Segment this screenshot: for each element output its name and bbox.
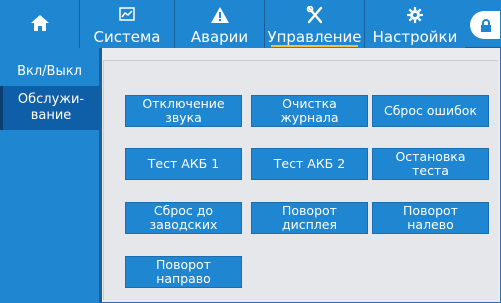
sidebar-item-onoff[interactable]: Вкл/Выкл [0,62,99,86]
lock-button[interactable] [468,9,500,41]
maintenance-panel: Отключение звука Очистка журнала Сброс о… [103,60,498,300]
sidebar: Вкл/Выкл Обслужи- вание [0,48,102,303]
tab-label: Управление [267,28,362,46]
home-button[interactable] [0,0,80,48]
tab-alarms[interactable]: Аварии [175,0,265,48]
tools-icon [306,6,322,24]
sidebar-item-label: Обслужи- вание [17,92,85,123]
reset-errors-button[interactable]: Сброс ошибок [372,95,489,127]
sidebar-item-maintenance[interactable]: Обслужи- вание [0,86,99,130]
lock-icon [481,19,491,32]
rotate-right-button[interactable]: Поворот направо [125,256,242,288]
rotate-display-button[interactable]: Поворот дисплея [251,202,368,234]
factory-reset-button[interactable]: Сброс до заводских [125,202,242,234]
active-tab-indicator [271,45,358,47]
chart-icon [119,7,135,21]
tab-settings[interactable]: Настройки [365,0,465,48]
battery-test-1-button[interactable]: Тест АКБ 1 [125,148,242,180]
tab-system[interactable]: Система [80,0,175,48]
rotate-left-button[interactable]: Поворот налево [372,202,489,234]
tab-label: Аварии [190,28,249,46]
gear-icon [407,7,423,23]
tab-label: Настройки [372,28,458,46]
tab-control[interactable]: Управление [265,0,365,48]
stop-test-button[interactable]: Остановка теста [372,148,489,180]
clear-log-button[interactable]: Очистка журнала [251,95,368,127]
mute-sound-button[interactable]: Отключение звука [125,95,242,127]
warning-icon [210,7,229,23]
top-bar: Система Аварии Управление Настройки [0,0,501,48]
tab-label: Система [93,28,161,46]
battery-test-2-button[interactable]: Тест АКБ 2 [251,148,368,180]
home-icon [31,15,49,31]
